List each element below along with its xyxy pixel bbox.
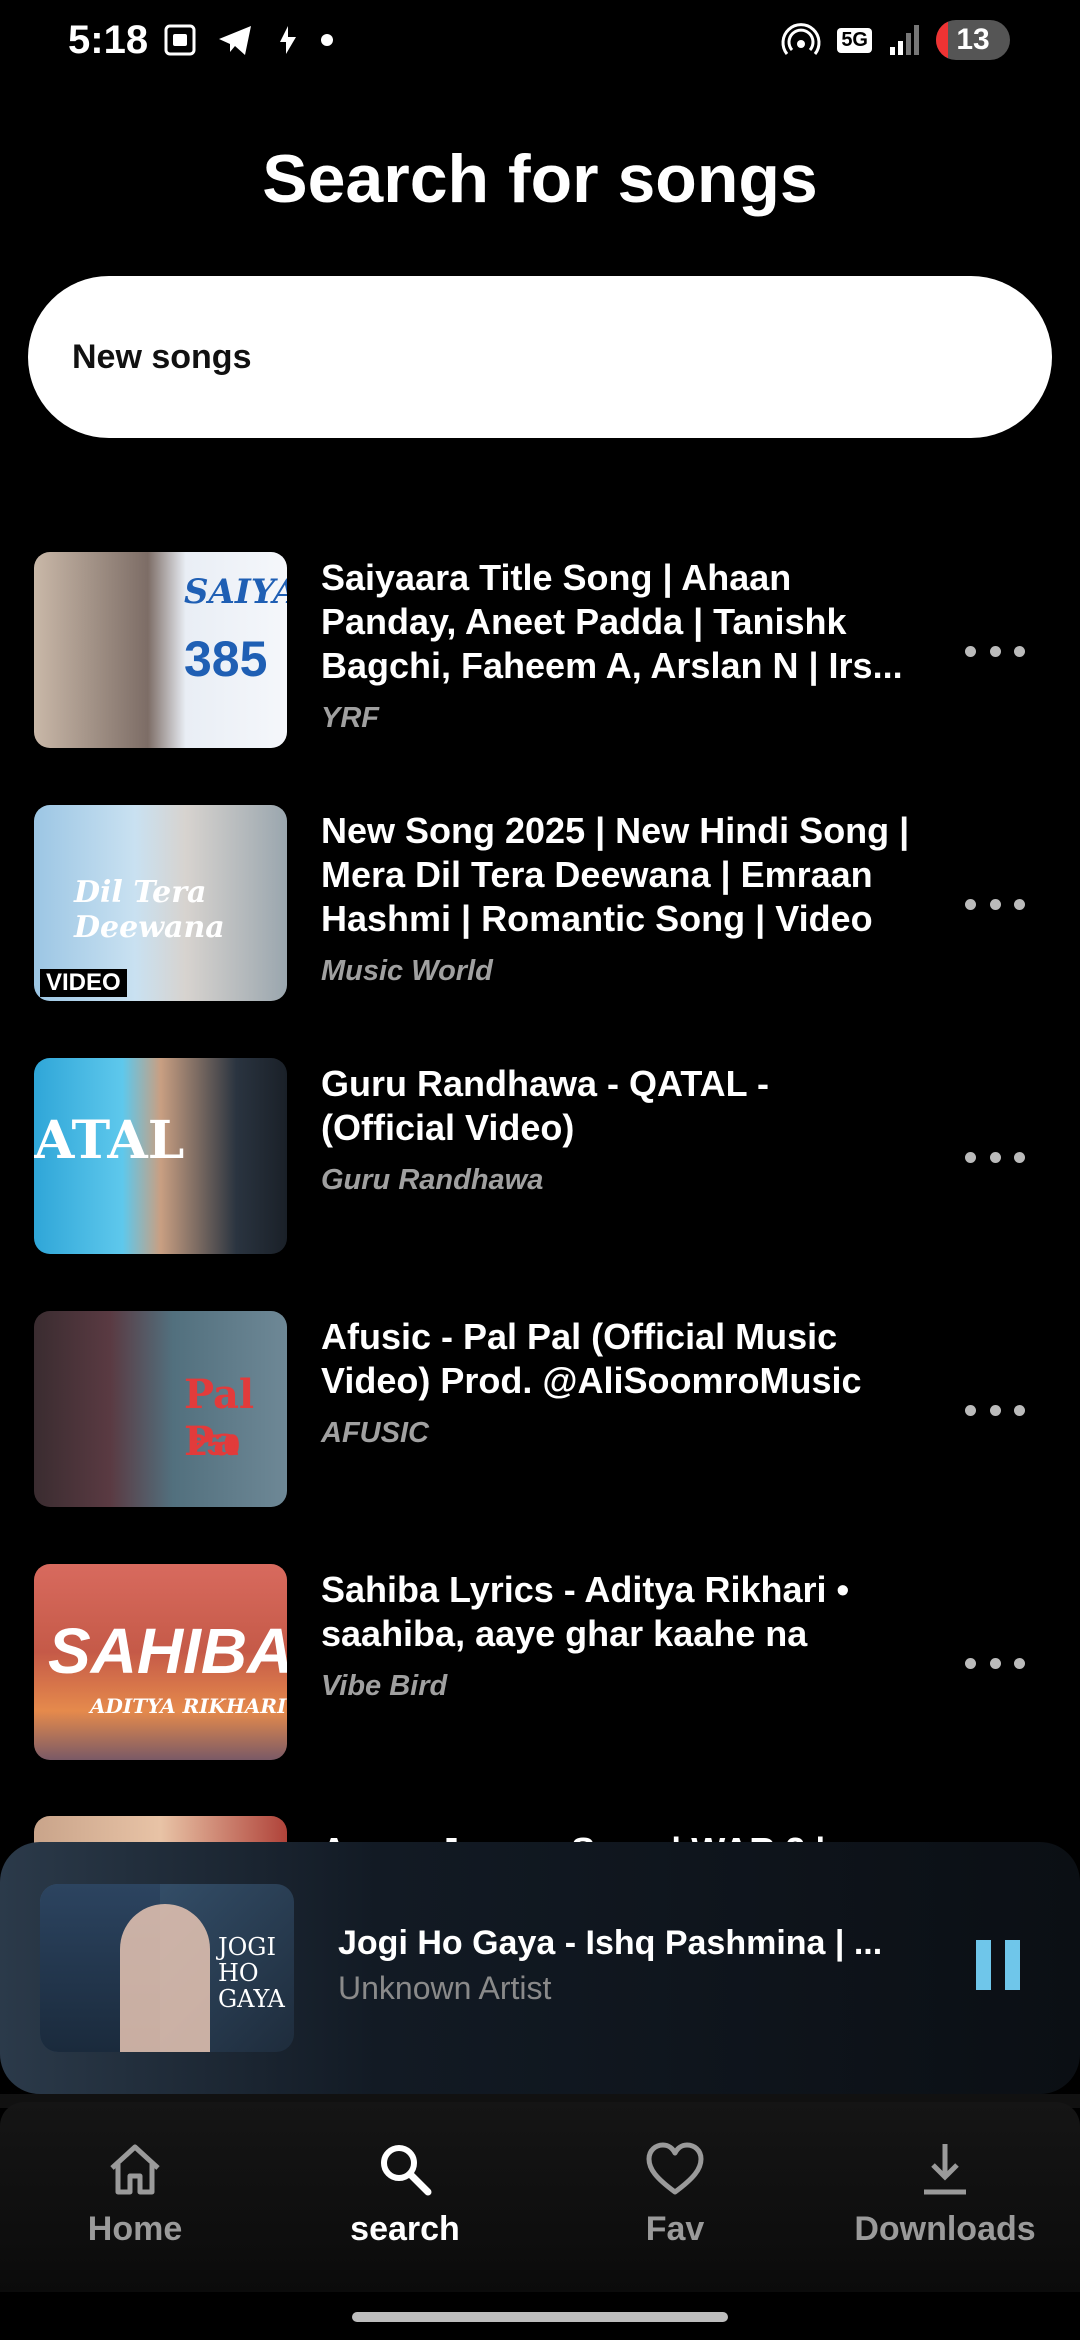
status-bar: 5:18 5G 13 xyxy=(0,0,1080,84)
song-thumbnail: SAHIBA ADITYA RIKHARI xyxy=(34,1564,287,1760)
now-playing-bar[interactable]: JOGI HO GAYA Jogi Ho Gaya - Ishq Pashmin… xyxy=(0,1842,1080,2094)
bottom-nav: Home search Fav Downloads xyxy=(0,2102,1080,2292)
nav-search[interactable]: search xyxy=(270,2102,540,2292)
nav-downloads-label: Downloads xyxy=(854,2210,1036,2248)
song-row[interactable]: SAHIBA ADITYA RIKHARI Sahiba Lyrics - Ad… xyxy=(0,1552,1080,1805)
song-title: Saiyaara Title Song | Ahaan Panday, Anee… xyxy=(321,557,903,686)
search-box[interactable] xyxy=(28,276,1052,438)
more-options-icon[interactable] xyxy=(965,1142,1025,1172)
pause-button[interactable] xyxy=(976,1940,1020,1990)
hotspot-icon xyxy=(781,23,821,55)
screenshot-icon xyxy=(164,24,196,56)
now-playing-artist: Unknown Artist xyxy=(338,1970,552,2006)
now-playing-thumbnail: JOGI HO GAYA xyxy=(40,1884,294,2052)
nav-fav-label: Fav xyxy=(645,2210,705,2248)
more-options-icon[interactable] xyxy=(965,1395,1025,1425)
heart-icon xyxy=(646,2142,704,2195)
song-title: Sahiba Lyrics - Aditya Rikhari • saahiba… xyxy=(321,1569,850,1654)
search-icon xyxy=(381,2145,432,2196)
song-row[interactable]: Pal Pa 250 Afusic - Pal Pal (Official Mu… xyxy=(0,1299,1080,1552)
status-system-icons: 5G 13 xyxy=(781,20,1010,60)
nav-fav[interactable]: Fav xyxy=(540,2102,810,2292)
home-icon xyxy=(110,2144,160,2195)
nav-downloads[interactable]: Downloads xyxy=(810,2102,1080,2292)
song-row[interactable]: Dil Tera Deewana VIDEO New Song 2025 | N… xyxy=(0,793,1080,1046)
more-options-icon[interactable] xyxy=(965,1648,1025,1678)
now-playing-title: Jogi Ho Gaya - Ishq Pashmina | ... xyxy=(338,1924,883,1962)
song-row[interactable]: SAIYAARA 385 Saiyaara Title Song | Ahaan… xyxy=(0,540,1080,793)
dot-icon xyxy=(321,34,333,46)
song-artist: YRF xyxy=(321,702,379,734)
nav-search-label: search xyxy=(350,2210,460,2248)
results-list: SAIYAARA 385 Saiyaara Title Song | Ahaan… xyxy=(0,540,1080,1805)
lightning-icon xyxy=(280,26,296,54)
home-indicator[interactable] xyxy=(352,2312,728,2322)
song-thumbnail: Pal Pa 250 xyxy=(34,1311,287,1507)
more-options-icon[interactable] xyxy=(965,636,1025,666)
song-row[interactable]: ATAL Guru Randhawa - QATAL - (Official V… xyxy=(0,1046,1080,1299)
song-artist: Guru Randhawa xyxy=(321,1164,544,1196)
nav-home[interactable]: Home xyxy=(0,2102,270,2292)
status-notification-icons xyxy=(162,22,334,58)
telegram-icon xyxy=(219,26,251,55)
status-time: 5:18 xyxy=(68,18,149,62)
song-title: Afusic - Pal Pal (Official Music Video) … xyxy=(321,1316,862,1401)
download-icon xyxy=(924,2144,966,2195)
song-thumbnail: SAIYAARA 385 xyxy=(34,552,287,748)
signal-icon xyxy=(890,25,919,55)
song-artist: Music World xyxy=(321,955,493,987)
song-thumbnail: ATAL xyxy=(34,1058,287,1254)
battery-icon: 13 xyxy=(936,20,1010,60)
search-input[interactable] xyxy=(70,336,974,378)
song-thumbnail: Dil Tera Deewana VIDEO xyxy=(34,805,287,1001)
more-options-icon[interactable] xyxy=(965,889,1025,919)
song-artist: Vibe Bird xyxy=(321,1670,448,1702)
page-title: Search for songs xyxy=(262,141,818,217)
song-title: Guru Randhawa - QATAL - (Official Video) xyxy=(321,1063,769,1148)
nav-home-label: Home xyxy=(87,2210,183,2248)
song-artist: AFUSIC xyxy=(321,1417,429,1449)
song-title: New Song 2025 | New Hindi Song | Mera Di… xyxy=(321,810,910,939)
network-5g-icon: 5G xyxy=(837,27,872,53)
